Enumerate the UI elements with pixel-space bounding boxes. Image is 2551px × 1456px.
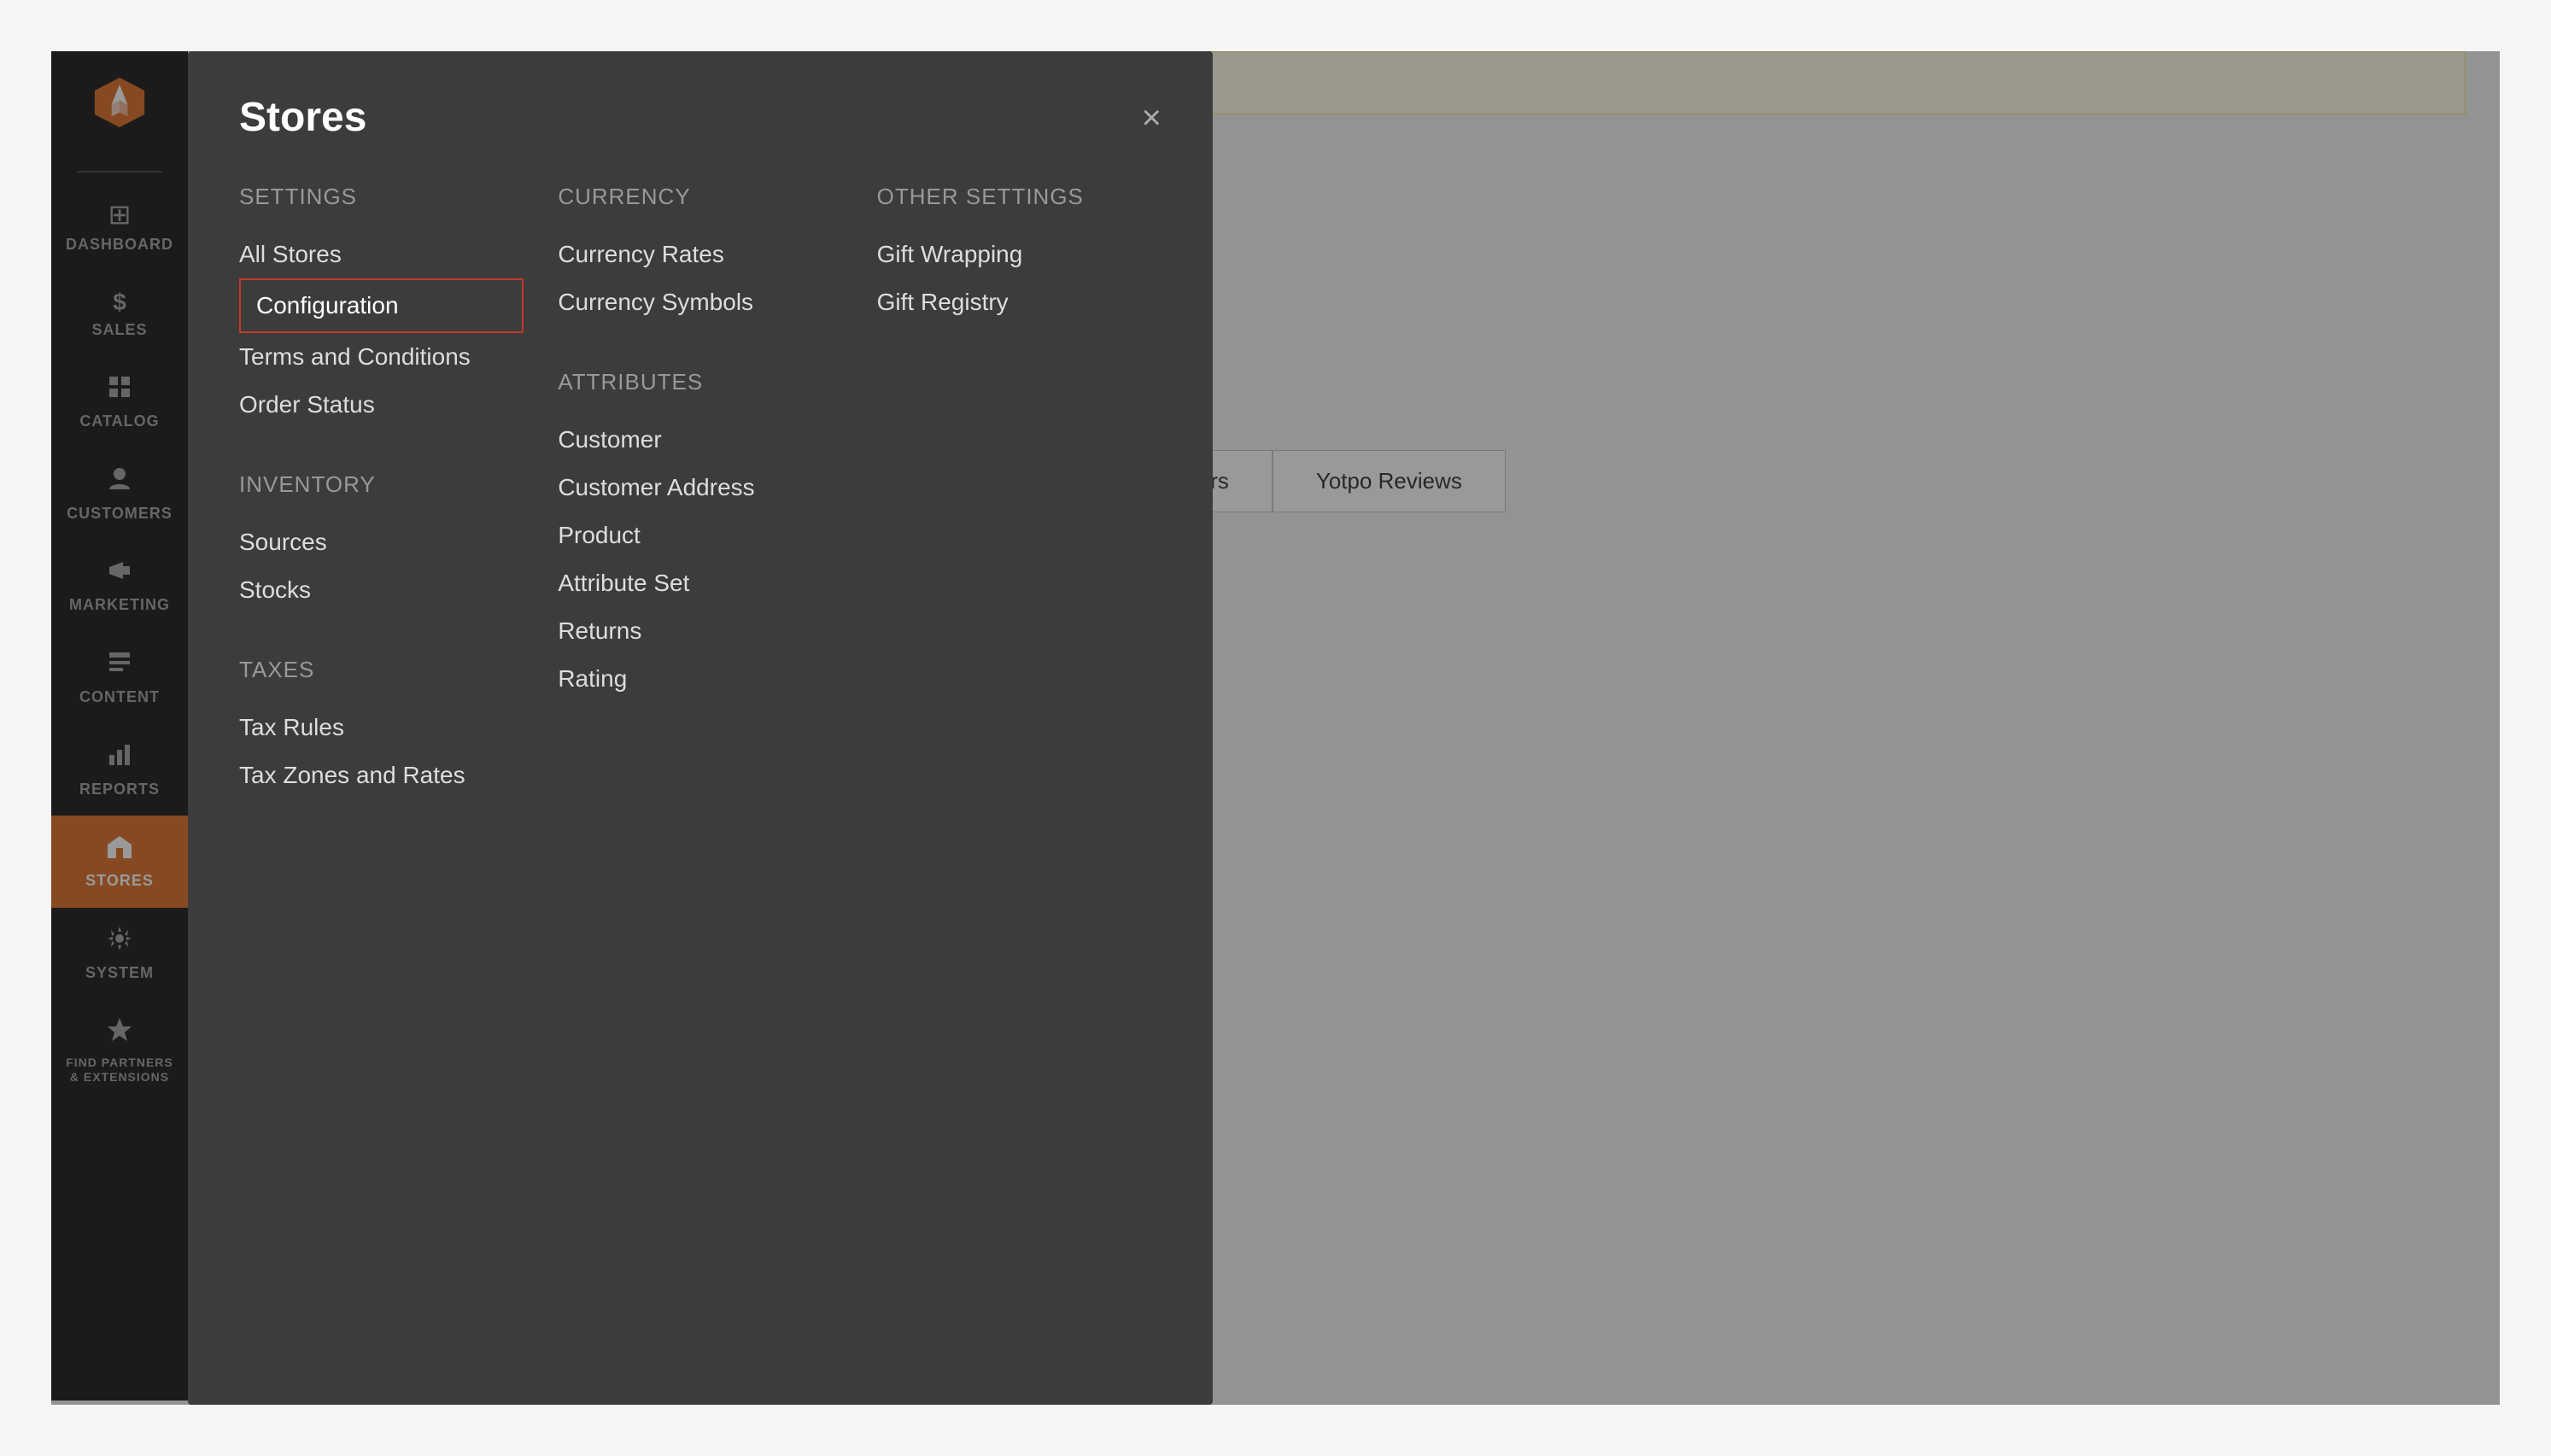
menu-item-terms-conditions[interactable]: Terms and Conditions (239, 333, 524, 381)
inventory-section-title: Inventory (239, 471, 524, 498)
column-2: Currency Currency Rates Currency Symbols… (558, 184, 842, 842)
menu-item-gift-registry[interactable]: Gift Registry (877, 278, 1161, 326)
stores-modal: Stores × Settings All Stores Configurati… (188, 51, 1213, 1405)
menu-item-product[interactable]: Product (558, 512, 842, 559)
attributes-section: Attributes Customer Customer Address Pro… (558, 369, 842, 703)
menu-item-currency-rates[interactable]: Currency Rates (558, 231, 842, 278)
menu-item-attribute-set[interactable]: Attribute Set (558, 559, 842, 607)
menu-item-order-status[interactable]: Order Status (239, 381, 524, 429)
menu-item-returns[interactable]: Returns (558, 607, 842, 655)
modal-close-button[interactable]: × (1142, 101, 1161, 135)
menu-item-gift-wrapping[interactable]: Gift Wrapping (877, 231, 1161, 278)
inventory-section: Inventory Sources Stocks (239, 471, 524, 614)
menu-item-stocks[interactable]: Stocks (239, 566, 524, 614)
menu-item-tax-zones[interactable]: Tax Zones and Rates (239, 751, 524, 799)
menu-item-customer-address[interactable]: Customer Address (558, 464, 842, 512)
modal-columns: Settings All Stores Configuration Terms … (239, 184, 1161, 842)
currency-section-title: Currency (558, 184, 842, 210)
menu-item-currency-symbols[interactable]: Currency Symbols (558, 278, 842, 326)
currency-section: Currency Currency Rates Currency Symbols (558, 184, 842, 326)
settings-section-title: Settings (239, 184, 524, 210)
taxes-section-title: Taxes (239, 657, 524, 683)
column-1: Settings All Stores Configuration Terms … (239, 184, 524, 842)
menu-item-tax-rules[interactable]: Tax Rules (239, 704, 524, 751)
taxes-section: Taxes Tax Rules Tax Zones and Rates (239, 657, 524, 799)
menu-item-all-stores[interactable]: All Stores (239, 231, 524, 278)
other-settings-section-title: Other Settings (877, 184, 1161, 210)
modal-title: Stores (239, 94, 366, 141)
settings-section: Settings All Stores Configuration Terms … (239, 184, 524, 429)
attributes-section-title: Attributes (558, 369, 842, 395)
other-settings-section: Other Settings Gift Wrapping Gift Regist… (877, 184, 1161, 326)
menu-item-configuration[interactable]: Configuration (239, 278, 524, 333)
modal-header: Stores × (239, 94, 1161, 141)
column-3: Other Settings Gift Wrapping Gift Regist… (877, 184, 1161, 842)
menu-item-customer[interactable]: Customer (558, 416, 842, 464)
menu-item-sources[interactable]: Sources (239, 518, 524, 566)
menu-item-rating[interactable]: Rating (558, 655, 842, 703)
